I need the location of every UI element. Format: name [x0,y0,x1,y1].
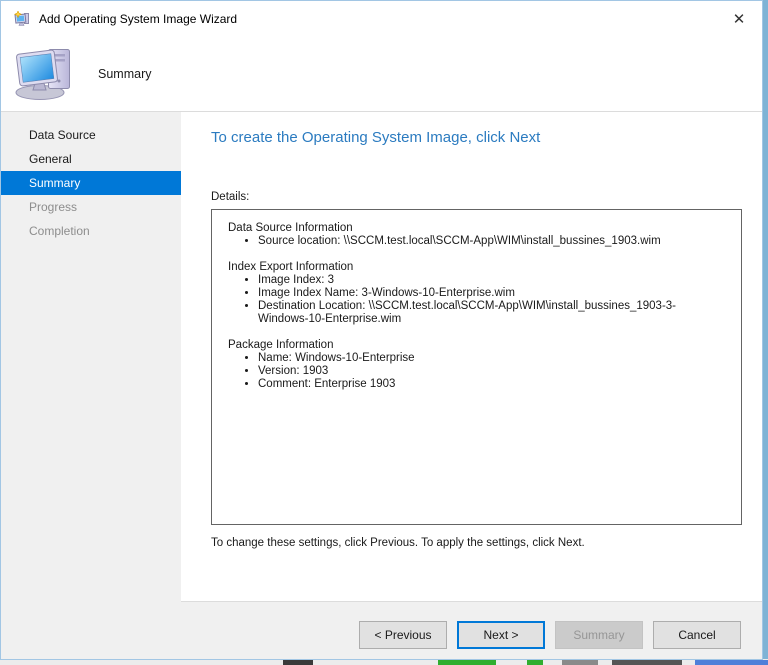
wizard-header: Summary [1,37,762,111]
settings-footnote: To change these settings, click Previous… [211,537,585,549]
window-title: Add Operating System Image Wizard [39,12,238,26]
sidebar-item-summary[interactable]: Summary [1,171,181,195]
wizard-step-sidebar: Data Source General Summary Progress Com… [1,112,181,659]
details-box: Data Source Information Source location:… [211,209,742,525]
computer-icon [15,48,75,100]
screen: Add Operating System Image Wizard ✕ Summ… [0,0,768,665]
details-section-package: Package Information Name: Windows-10-Ent… [228,339,725,391]
detail-item: Source location: \\SCCM.test.local\SCCM-… [258,235,725,248]
background-fragment [612,660,682,665]
section-title: Data Source Information [228,222,353,234]
details-label: Details: [211,191,250,203]
sidebar-item-progress: Progress [29,200,78,214]
title-bar: Add Operating System Image Wizard ✕ [1,1,762,37]
button-bar: < Previous Next > Summary Cancel [181,602,762,659]
sidebar-item-general[interactable]: General [1,147,181,171]
background-fragment [562,660,598,665]
summary-button[interactable]: Summary [555,621,643,649]
summary-page: To create the Operating System Image, cl… [181,112,762,601]
detail-item: Comment: Enterprise 1903 [258,378,725,391]
close-icon: ✕ [732,11,746,28]
background-fragment [283,660,313,665]
cancel-button[interactable]: Cancel [653,621,741,649]
close-button[interactable]: ✕ [716,1,762,37]
wizard-dialog: Add Operating System Image Wizard ✕ Summ… [0,0,763,660]
detail-item: Version: 1903 [258,365,725,378]
detail-item: Image Index: 3 [258,274,725,287]
details-section-index-export: Index Export Information Image Index: 3 … [228,261,725,326]
next-button[interactable]: Next > [457,621,545,649]
page-heading: To create the Operating System Image, cl… [211,129,541,146]
previous-button[interactable]: < Previous [359,621,447,649]
section-title: Package Information [228,339,334,351]
detail-item: Image Index Name: 3-Windows-10-Enterpris… [258,287,725,300]
wizard-app-icon [14,11,30,27]
detail-item: Destination Location: \\SCCM.test.local\… [258,300,725,326]
sidebar-item-completion: Completion [29,224,90,238]
background-fragment [695,660,768,665]
details-section-data-source: Data Source Information Source location:… [228,222,725,248]
section-title: Index Export Information [228,261,354,273]
page-title: Summary [98,67,152,81]
wizard-page: To create the Operating System Image, cl… [181,112,762,659]
sidebar-item-data-source[interactable]: Data Source [1,123,181,147]
detail-item: Name: Windows-10-Enterprise [258,352,725,365]
background-fragment [438,660,496,665]
background-fragment [527,660,543,665]
